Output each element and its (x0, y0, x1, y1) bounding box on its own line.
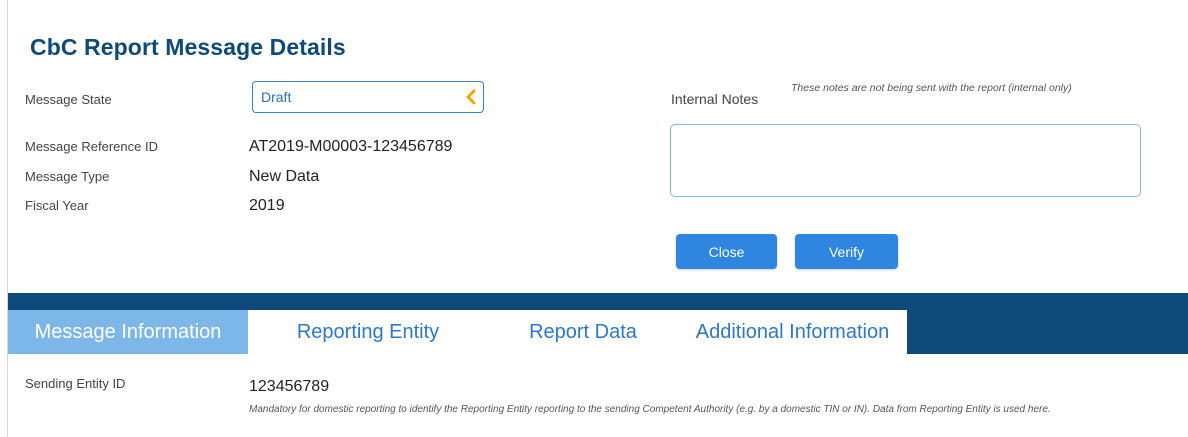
chevron-left-icon (466, 89, 476, 105)
sending-entity-id-value: 123456789 (249, 378, 330, 395)
verify-button[interactable]: Verify (795, 234, 898, 269)
message-reference-id-label: Message Reference ID (25, 139, 158, 154)
message-state-select[interactable]: Draft (252, 81, 484, 113)
message-state-value: Draft (261, 89, 292, 105)
tab-report-data[interactable]: Report Data (488, 310, 678, 354)
sending-entity-id-hint: Mandatory for domestic reporting to iden… (249, 404, 1051, 415)
message-state-label: Message State (25, 92, 112, 107)
sending-entity-id-label: Sending Entity ID (25, 376, 126, 391)
internal-notes-hint: These notes are not being sent with the … (791, 82, 1072, 94)
page-title: CbC Report Message Details (30, 34, 346, 60)
internal-notes-label: Internal Notes (671, 91, 759, 107)
internal-notes-textarea[interactable] (670, 124, 1141, 197)
message-reference-id-value: AT2019-M00003-123456789 (249, 138, 453, 155)
fiscal-year-value: 2019 (249, 197, 285, 214)
details-panel: CbC Report Message Details Message State… (7, 0, 1188, 437)
tab-message-information[interactable]: Message Information (8, 310, 248, 354)
tab-bar: Message Information Reporting Entity Rep… (8, 293, 1188, 354)
fiscal-year-label: Fiscal Year (25, 198, 89, 213)
tab-additional-information[interactable]: Additional Information (678, 310, 907, 354)
message-type-value: New Data (249, 168, 320, 185)
message-type-label: Message Type (25, 169, 110, 184)
tab-reporting-entity[interactable]: Reporting Entity (248, 310, 488, 354)
close-button[interactable]: Close (676, 234, 777, 269)
